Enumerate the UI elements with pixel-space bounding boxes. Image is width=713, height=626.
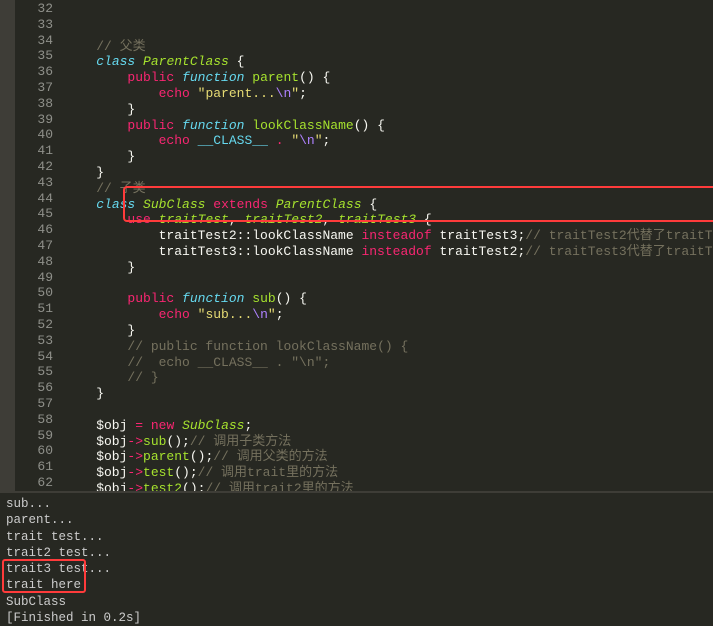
code-line[interactable]: } <box>65 164 713 180</box>
code-line[interactable]: echo "sub...\n"; <box>65 306 713 322</box>
line-number: 56 <box>19 379 53 395</box>
code-line[interactable]: class ParentClass { <box>65 53 713 69</box>
line-number: 44 <box>19 190 53 206</box>
code-line[interactable]: $obj->sub();// 调用子类方法 <box>65 433 713 449</box>
output-line: parent... <box>6 512 707 528</box>
line-number: 51 <box>19 300 53 316</box>
code-line[interactable]: // 子类 <box>65 180 713 196</box>
code-line[interactable]: use traitTest, traitTest2, traitTest3 { <box>65 211 713 227</box>
code-line[interactable]: public function lookClassName() { <box>65 117 713 133</box>
output-line: [Finished in 0.2s] <box>6 610 707 626</box>
line-number: 32 <box>19 0 53 16</box>
line-number: 34 <box>19 32 53 48</box>
code-line[interactable]: $obj->parent();// 调用父类的方法 <box>65 448 713 464</box>
line-number: 49 <box>19 269 53 285</box>
code-line[interactable]: $obj->test();// 调用trait里的方法 <box>65 464 713 480</box>
line-number: 35 <box>19 47 53 63</box>
line-number: 58 <box>19 411 53 427</box>
code-line[interactable]: // public function lookClassName() { <box>65 338 713 354</box>
output-line: sub... <box>6 496 707 512</box>
line-number: 36 <box>19 63 53 79</box>
line-number: 47 <box>19 237 53 253</box>
code-line[interactable]: // echo __CLASS__ . "\n"; <box>65 354 713 370</box>
code-line[interactable]: $obj = new SubClass; <box>65 417 713 433</box>
code-line[interactable]: echo __CLASS__ . "\n"; <box>65 132 713 148</box>
output-line: trait test... <box>6 529 707 545</box>
line-number: 52 <box>19 316 53 332</box>
code-line[interactable]: public function sub() { <box>65 290 713 306</box>
line-number: 55 <box>19 363 53 379</box>
code-line[interactable]: traitTest2::lookClassName insteadof trai… <box>65 227 713 243</box>
code-line[interactable]: // 父类 <box>65 38 713 54</box>
code-line[interactable]: } <box>65 148 713 164</box>
code-line[interactable]: echo "parent...\n"; <box>65 85 713 101</box>
output-line: trait2 test... <box>6 545 707 561</box>
line-number: 39 <box>19 111 53 127</box>
output-line: trait here <box>6 577 707 593</box>
code-line[interactable]: } <box>65 322 713 338</box>
line-number: 61 <box>19 458 53 474</box>
line-number: 54 <box>19 348 53 364</box>
line-number: 48 <box>19 253 53 269</box>
code-editor[interactable]: 3233343536373839404142434445464748495051… <box>0 0 713 491</box>
code-line[interactable]: // } <box>65 369 713 385</box>
line-number: 38 <box>19 95 53 111</box>
output-line: trait3 test... <box>6 561 707 577</box>
line-number: 57 <box>19 395 53 411</box>
code-line[interactable] <box>65 275 713 291</box>
code-line[interactable]: $obj->test2();// 调用trait2里的方法 <box>65 480 713 491</box>
line-number: 40 <box>19 126 53 142</box>
code-line[interactable]: public function parent() { <box>65 69 713 85</box>
line-number: 42 <box>19 158 53 174</box>
line-number: 46 <box>19 221 53 237</box>
line-number: 50 <box>19 284 53 300</box>
line-number: 33 <box>19 16 53 32</box>
code-line[interactable] <box>65 401 713 417</box>
line-number: 53 <box>19 332 53 348</box>
line-number: 41 <box>19 142 53 158</box>
line-number: 43 <box>19 174 53 190</box>
code-content[interactable]: // 父类 class ParentClass { public functio… <box>63 0 713 491</box>
code-line[interactable]: class SubClass extends ParentClass { <box>65 196 713 212</box>
line-number: 59 <box>19 427 53 443</box>
output-line: SubClass <box>6 594 707 610</box>
line-number: 37 <box>19 79 53 95</box>
line-number-gutter: 3233343536373839404142434445464748495051… <box>15 0 63 491</box>
code-line[interactable]: traitTest3::lookClassName insteadof trai… <box>65 243 713 259</box>
line-number: 45 <box>19 205 53 221</box>
code-line[interactable]: } <box>65 259 713 275</box>
output-panel: sub...parent...trait test...trait2 test.… <box>0 491 713 595</box>
code-line[interactable]: } <box>65 385 713 401</box>
line-number: 60 <box>19 442 53 458</box>
code-line[interactable]: } <box>65 101 713 117</box>
line-number: 62 <box>19 474 53 490</box>
